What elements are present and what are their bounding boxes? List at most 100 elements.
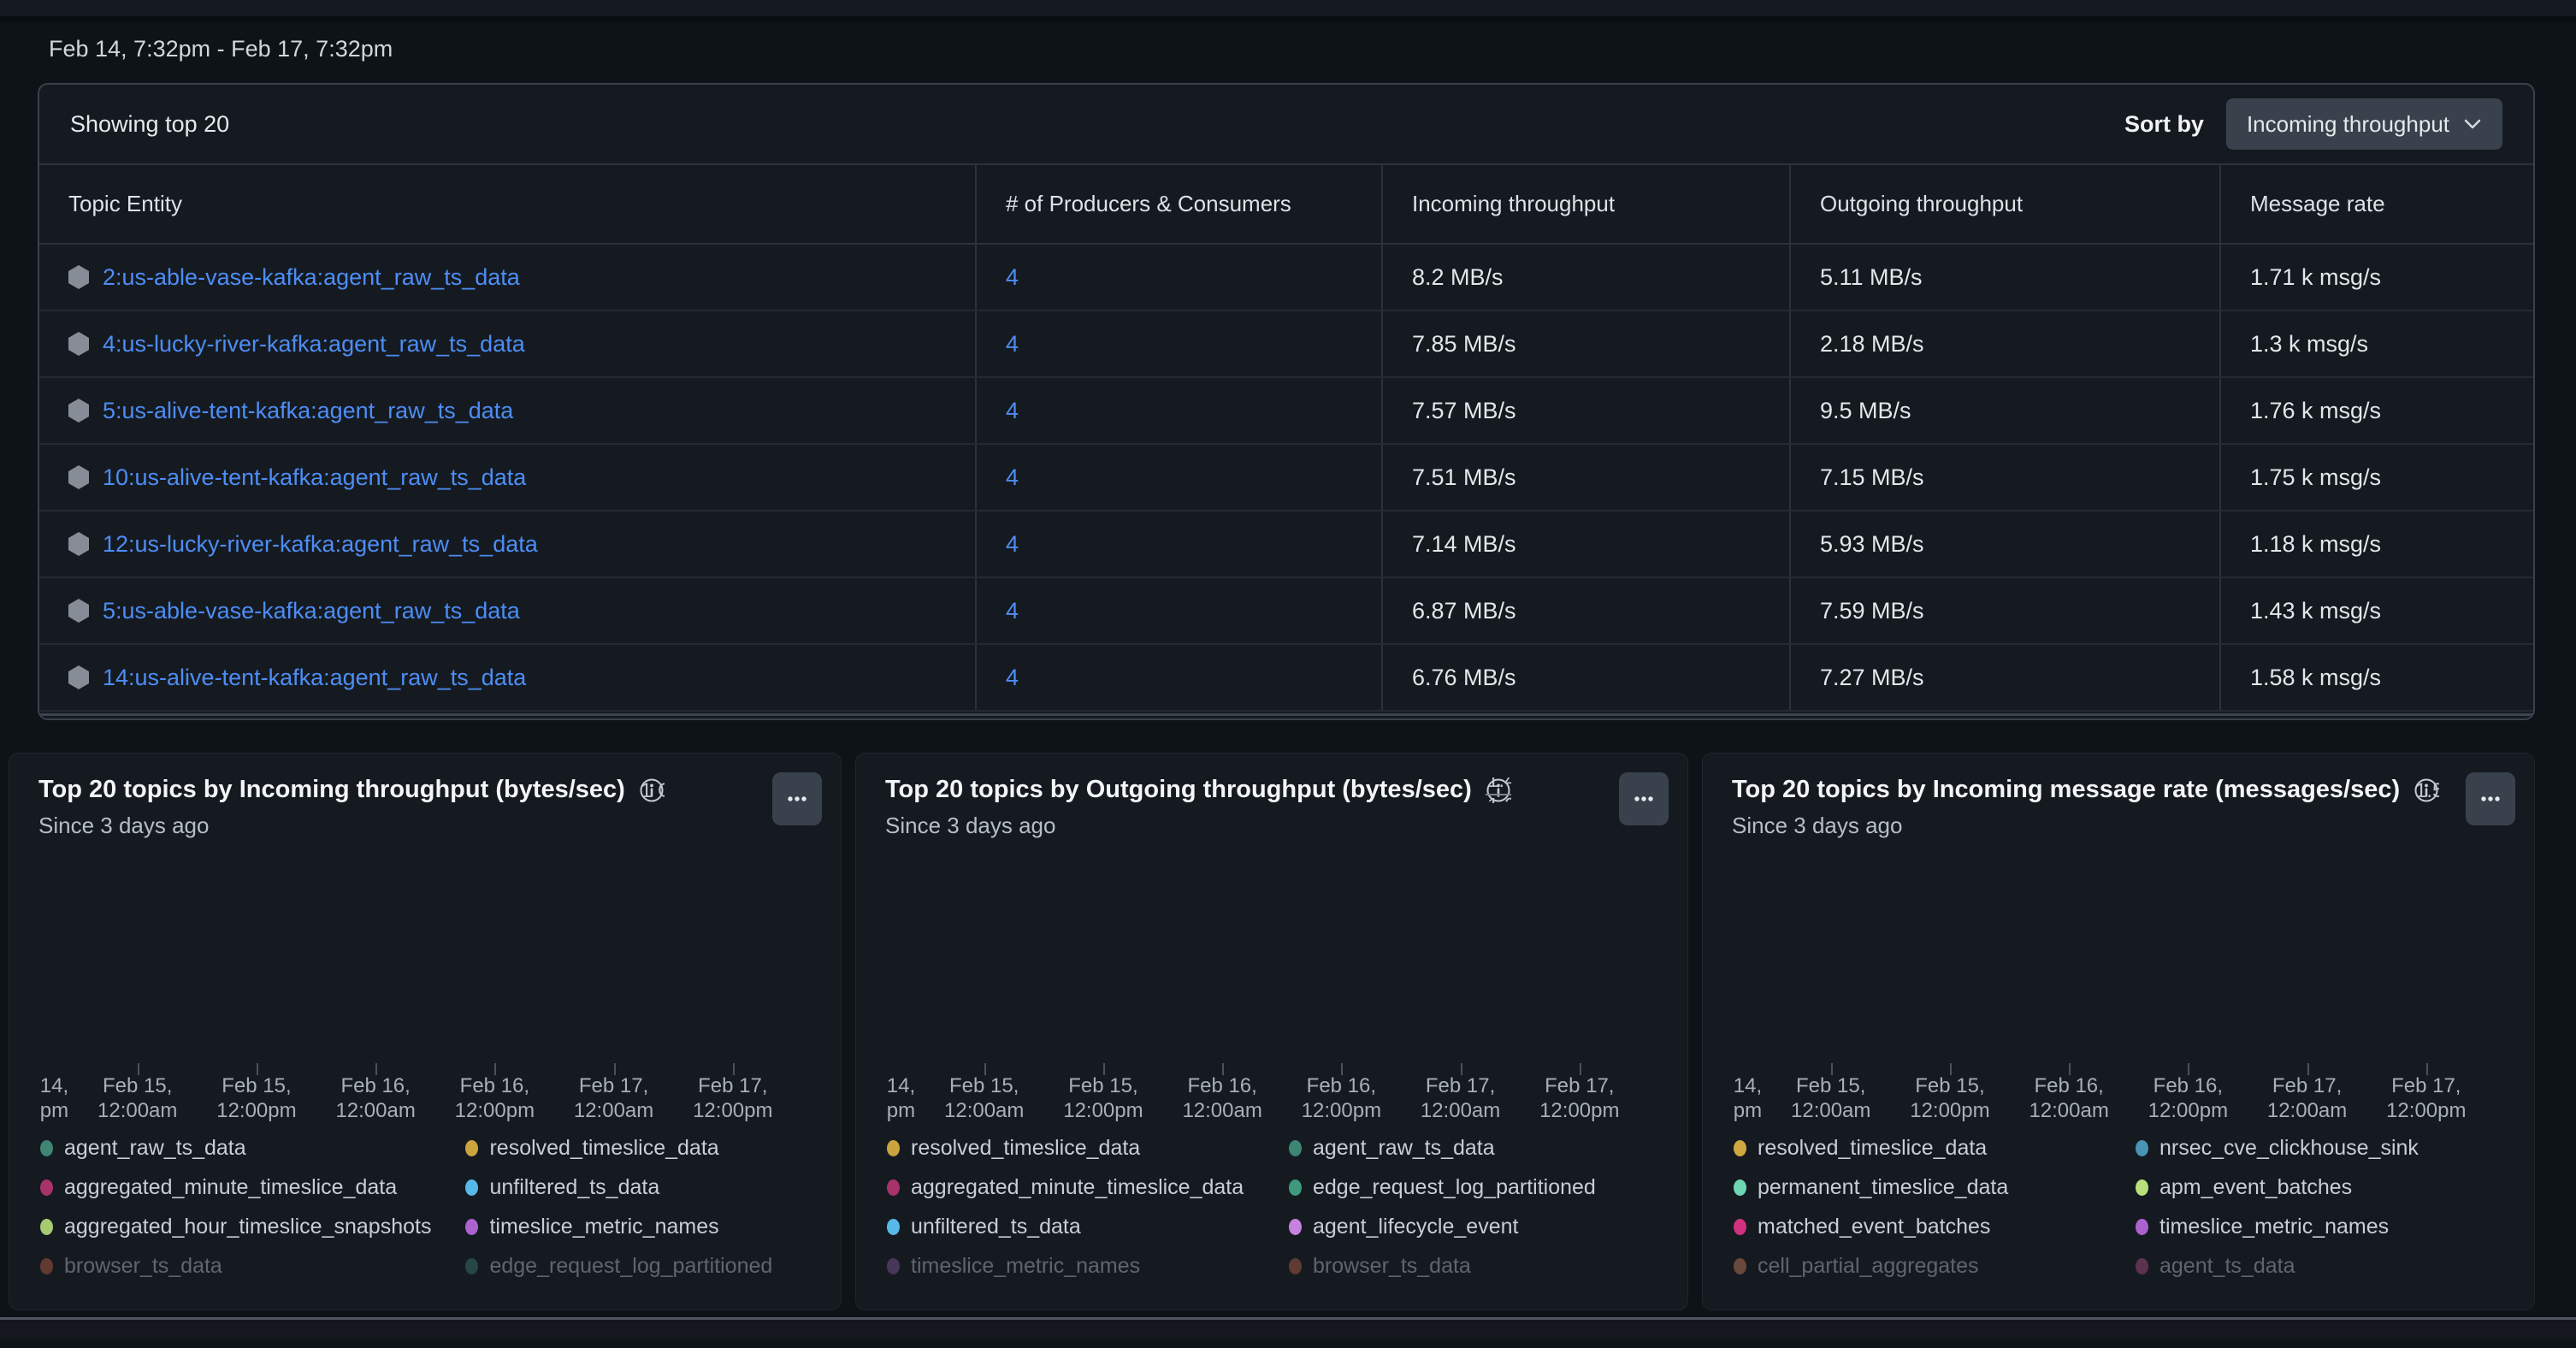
legend-label: browser_ts_data [64, 1254, 222, 1279]
topic-entity-cell: 4:us-lucky-river-kafka:agent_raw_ts_data [39, 311, 975, 376]
producers-consumers-link[interactable]: 4 [1006, 598, 1019, 624]
legend-item[interactable]: aggregated_minute_timeslice_data [40, 1168, 431, 1207]
kafka-topic-hexagon-icon [68, 599, 89, 623]
producers-consumers-link[interactable]: 4 [1006, 398, 1019, 424]
producers-consumers-cell: 4 [975, 311, 1381, 376]
topic-entity-link[interactable]: 5:us-alive-tent-kafka:agent_raw_ts_data [103, 398, 513, 424]
producers-consumers-link[interactable]: 4 [1006, 665, 1019, 691]
legend-label: resolved_timeslice_data [489, 1136, 718, 1161]
legend-item[interactable]: permanent_timeslice_data [1734, 1168, 2101, 1207]
kafka-topic-hexagon-icon [68, 665, 89, 689]
legend-label: unfiltered_ts_data [911, 1215, 1081, 1239]
outgoing-throughput-cell: 9.5 MB/s [1789, 378, 2219, 443]
legend-item[interactable]: edge_request_log_partitioned [465, 1246, 810, 1286]
legend-item[interactable]: aggregated_hour_timeslice_snapshots [40, 1207, 431, 1246]
legend-item[interactable]: browser_ts_data [40, 1246, 431, 1286]
column-header-topic: Topic Entity [39, 165, 975, 243]
x-tick-label: Feb 17,12:00pm [1539, 1073, 1619, 1123]
table-row[interactable]: 5:us-able-vase-kafka:agent_raw_ts_data 4… [39, 578, 2533, 645]
table-scrollbar[interactable] [39, 713, 2533, 716]
topic-entity-link[interactable]: 4:us-lucky-river-kafka:agent_raw_ts_data [103, 331, 525, 358]
incoming-throughput-cell: 7.51 MB/s [1381, 445, 1789, 510]
legend-item[interactable]: browser_ts_data [1289, 1246, 1657, 1286]
legend-color-dot [887, 1219, 900, 1235]
topic-entity-link[interactable]: 2:us-able-vase-kafka:agent_raw_ts_data [103, 264, 520, 291]
info-icon[interactable]: 1.5 M1 M500 k0 [2414, 777, 2439, 803]
legend-item[interactable]: agent_raw_ts_data [40, 1128, 431, 1168]
legend-item[interactable]: aggregated_minute_timeslice_data [887, 1168, 1255, 1207]
topic-entity-cell: 14:us-alive-tent-kafka:agent_raw_ts_data [39, 645, 975, 710]
message-rate-cell: 1.75 k msg/s [2219, 445, 2535, 510]
incoming-throughput-cell: 6.87 MB/s [1381, 578, 1789, 643]
legend-item[interactable]: timeslice_metric_names [887, 1246, 1255, 1286]
stacked-area-chart [1732, 856, 2505, 1061]
legend-item[interactable]: matched_event_batches [1734, 1207, 2101, 1246]
topic-entity-link[interactable]: 5:us-able-vase-kafka:agent_raw_ts_data [103, 598, 520, 624]
showing-top-label: Showing top 20 [70, 111, 229, 138]
legend-label: aggregated_hour_timeslice_snapshots [64, 1215, 431, 1239]
incoming-throughput-cell: 6.76 MB/s [1381, 645, 1789, 710]
legend-label: unfiltered_ts_data [489, 1175, 659, 1200]
legend-color-dot [1289, 1258, 1302, 1274]
legend-item[interactable]: resolved_timeslice_data [465, 1128, 810, 1168]
panel-menu-button[interactable] [2466, 772, 2515, 825]
legend-item[interactable]: resolved_timeslice_data [887, 1128, 1255, 1168]
column-header-incoming: Incoming throughput [1381, 165, 1789, 243]
ellipsis-icon [1627, 792, 1661, 806]
legend-color-dot [465, 1180, 478, 1196]
sort-dropdown[interactable]: Incoming throughput [2226, 98, 2502, 150]
legend-item[interactable]: unfiltered_ts_data [465, 1168, 810, 1207]
outgoing-throughput-cell: 2.18 MB/s [1789, 311, 2219, 376]
panel-menu-button[interactable] [772, 772, 822, 825]
legend-color-dot [887, 1180, 900, 1196]
topic-entity-cell: 5:us-able-vase-kafka:agent_raw_ts_data [39, 578, 975, 643]
table-row[interactable]: 14:us-alive-tent-kafka:agent_raw_ts_data… [39, 645, 2533, 712]
charts-row: Top 20 topics by Incoming throughput (by… [9, 753, 2535, 1310]
x-tick-label: Feb 16,12:00pm [1302, 1073, 1381, 1123]
legend-color-dot [40, 1180, 53, 1196]
legend-color-dot [2136, 1180, 2148, 1196]
legend-item[interactable]: nrsec_cve_clickhouse_sink [2136, 1128, 2503, 1168]
producers-consumers-link[interactable]: 4 [1006, 331, 1019, 358]
table-row[interactable]: 4:us-lucky-river-kafka:agent_raw_ts_data… [39, 311, 2533, 378]
legend-item[interactable]: apm_event_batches [2136, 1168, 2503, 1207]
producers-consumers-link[interactable]: 4 [1006, 264, 1019, 291]
legend-item[interactable]: timeslice_metric_names [2136, 1207, 2503, 1246]
table-row[interactable]: 2:us-able-vase-kafka:agent_raw_ts_data 4… [39, 245, 2533, 311]
legend-item[interactable]: edge_request_log_partitioned [1289, 1168, 1657, 1207]
producers-consumers-link[interactable]: 4 [1006, 531, 1019, 558]
legend-label: browser_ts_data [1313, 1254, 1471, 1279]
topic-entity-link[interactable]: 14:us-alive-tent-kafka:agent_raw_ts_data [103, 665, 526, 691]
outgoing-throughput-cell: 5.11 MB/s [1789, 245, 2219, 310]
table-row[interactable]: 10:us-alive-tent-kafka:agent_raw_ts_data… [39, 445, 2533, 511]
legend-color-dot [1289, 1140, 1302, 1156]
legend-item[interactable]: unfiltered_ts_data [887, 1207, 1255, 1246]
producers-consumers-link[interactable]: 4 [1006, 464, 1019, 491]
table-row[interactable]: 12:us-lucky-river-kafka:agent_raw_ts_dat… [39, 511, 2533, 578]
topic-entity-link[interactable]: 10:us-alive-tent-kafka:agent_raw_ts_data [103, 464, 526, 491]
legend-item[interactable]: agent_raw_ts_data [1289, 1128, 1657, 1168]
legend-label: cell_partial_aggregates [1758, 1254, 1979, 1279]
column-header-message-rate: Message rate [2219, 165, 2535, 243]
incoming-throughput-cell: 7.57 MB/s [1381, 378, 1789, 443]
info-icon[interactable]: 1 G800 M600 M400 M200 M0 [639, 777, 665, 803]
legend-label: timeslice_metric_names [911, 1254, 1140, 1279]
table-row[interactable]: 5:us-alive-tent-kafka:agent_raw_ts_data … [39, 378, 2533, 445]
info-icon[interactable]: 1.4 G1.2 G1 G800 M600 M400 M200 M0 [1486, 777, 1511, 803]
legend-item[interactable]: agent_ts_data [2136, 1246, 2503, 1286]
x-tick-label: Feb 16,12:00am [1182, 1073, 1261, 1123]
legend-color-dot [40, 1140, 53, 1156]
topic-entity-cell: 5:us-alive-tent-kafka:agent_raw_ts_data [39, 378, 975, 443]
legend-item[interactable]: agent_lifecycle_event [1289, 1207, 1657, 1246]
legend-item[interactable]: cell_partial_aggregates [1734, 1246, 2101, 1286]
legend-color-dot [1734, 1258, 1746, 1274]
topic-entity-link[interactable]: 12:us-lucky-river-kafka:agent_raw_ts_dat… [103, 531, 538, 558]
panel-menu-button[interactable] [1619, 772, 1669, 825]
legend-color-dot [887, 1140, 900, 1156]
x-tick-label: Feb 17,12:00am [574, 1073, 653, 1123]
legend-item[interactable]: resolved_timeslice_data [1734, 1128, 2101, 1168]
legend-label: agent_ts_data [2159, 1254, 2295, 1279]
x-tick-label: Feb 16,12:00am [335, 1073, 415, 1123]
legend-item[interactable]: timeslice_metric_names [465, 1207, 810, 1246]
legend-label: agent_raw_ts_data [1313, 1136, 1495, 1161]
